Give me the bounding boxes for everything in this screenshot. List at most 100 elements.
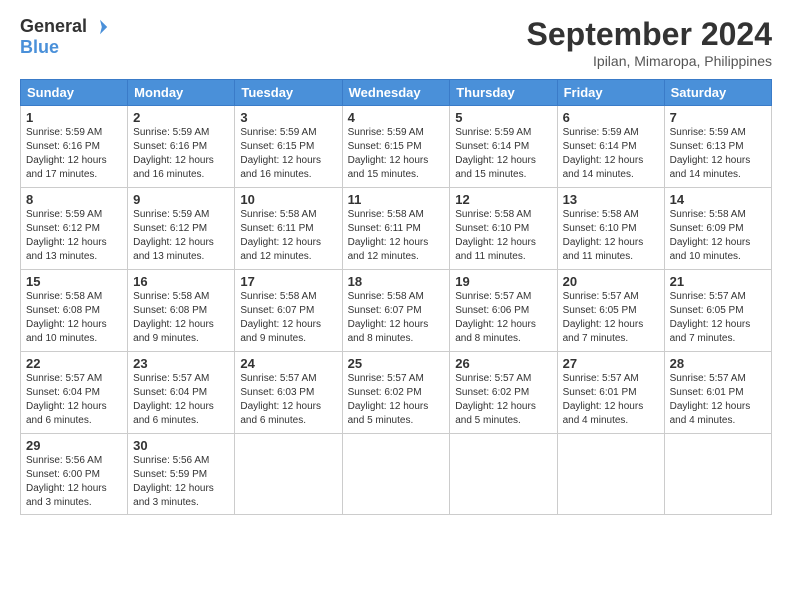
month-title: September 2024 [527,16,772,53]
day-detail: Sunrise: 5:58 AMSunset: 6:11 PMDaylight:… [348,209,429,262]
table-row: 9 Sunrise: 5:59 AMSunset: 6:12 PMDaylight… [128,188,235,270]
day-number: 20 [563,274,659,289]
table-row: 18 Sunrise: 5:58 AMSunset: 6:07 PMDayligh… [342,270,450,352]
day-detail: Sunrise: 5:58 AMSunset: 6:07 PMDaylight:… [348,291,429,344]
day-number: 1 [26,110,122,125]
table-row: 6 Sunrise: 5:59 AMSunset: 6:14 PMDaylight… [557,106,664,188]
day-detail: Sunrise: 5:57 AMSunset: 6:06 PMDaylight:… [455,291,536,344]
table-row: 30 Sunrise: 5:56 AMSunset: 5:59 PMDayligh… [128,434,235,515]
day-number: 30 [133,438,229,453]
day-number: 17 [240,274,336,289]
table-row: 8Sunrise: 5:59 AMSunset: 6:12 PMDaylight… [21,188,128,270]
calendar-body: 1Sunrise: 5:59 AMSunset: 6:16 PMDaylight… [21,106,772,515]
day-detail: Sunrise: 5:58 AMSunset: 6:08 PMDaylight:… [133,291,214,344]
table-row: 1Sunrise: 5:59 AMSunset: 6:16 PMDaylight… [21,106,128,188]
table-row: 22 Sunrise: 5:57 AMSunset: 6:04 PMDayligh… [21,352,128,434]
day-number: 2 [133,110,229,125]
day-detail: Sunrise: 5:57 AMSunset: 6:02 PMDaylight:… [455,373,536,426]
day-detail: Sunrise: 5:59 AMSunset: 6:14 PMDaylight:… [455,127,536,180]
day-number: 27 [563,356,659,371]
day-detail: Sunrise: 5:58 AMSunset: 6:10 PMDaylight:… [455,209,536,262]
table-row: 23Sunrise: 5:57 AMSunset: 6:04 PMDayligh… [128,352,235,434]
table-row: 24 Sunrise: 5:57 AMSunset: 6:03 PMDayligh… [235,352,342,434]
location: Ipilan, Mimaropa, Philippines [527,53,772,69]
day-number: 11 [348,192,445,207]
day-detail: Sunrise: 5:56 AMSunset: 6:00 PMDaylight:… [26,455,107,508]
day-number: 29 [26,438,122,453]
day-number: 6 [563,110,659,125]
day-detail: Sunrise: 5:57 AMSunset: 6:04 PMDaylight:… [133,373,214,426]
logo: General Blue [20,16,109,58]
col-tuesday: Tuesday [235,80,342,106]
day-detail: Sunrise: 5:59 AMSunset: 6:12 PMDaylight:… [133,209,214,262]
day-number: 15 [26,274,122,289]
day-detail: Sunrise: 5:59 AMSunset: 6:13 PMDaylight:… [670,127,751,180]
table-row: 20 Sunrise: 5:57 AMSunset: 6:05 PMDayligh… [557,270,664,352]
col-thursday: Thursday [450,80,557,106]
day-number: 16 [133,274,229,289]
day-detail: Sunrise: 5:59 AMSunset: 6:14 PMDaylight:… [563,127,644,180]
table-row: 3 Sunrise: 5:59 AMSunset: 6:15 PMDaylight… [235,106,342,188]
day-number: 13 [563,192,659,207]
table-row [664,434,771,515]
title-area: September 2024 Ipilan, Mimaropa, Philipp… [527,16,772,69]
day-number: 9 [133,192,229,207]
table-row: 26Sunrise: 5:57 AMSunset: 6:02 PMDayligh… [450,352,557,434]
table-row [450,434,557,515]
table-row: 19 Sunrise: 5:57 AMSunset: 6:06 PMDayligh… [450,270,557,352]
day-number: 3 [240,110,336,125]
calendar-week-row: 29 Sunrise: 5:56 AMSunset: 6:00 PMDayligh… [21,434,772,515]
col-sunday: Sunday [21,80,128,106]
table-row: 29 Sunrise: 5:56 AMSunset: 6:00 PMDayligh… [21,434,128,515]
table-row: 4 Sunrise: 5:59 AMSunset: 6:15 PMDaylight… [342,106,450,188]
table-row: 12 Sunrise: 5:58 AMSunset: 6:10 PMDayligh… [450,188,557,270]
day-detail: Sunrise: 5:59 AMSunset: 6:15 PMDaylight:… [348,127,429,180]
table-row [235,434,342,515]
day-detail: Sunrise: 5:57 AMSunset: 6:01 PMDaylight:… [670,373,751,426]
calendar-page: General Blue September 2024 Ipilan, Mima… [0,0,792,612]
day-number: 22 [26,356,122,371]
calendar-week-row: 15 Sunrise: 5:58 AMSunset: 6:08 PMDayligh… [21,270,772,352]
calendar-week-row: 1Sunrise: 5:59 AMSunset: 6:16 PMDaylight… [21,106,772,188]
day-number: 4 [348,110,445,125]
calendar-header-row: Sunday Monday Tuesday Wednesday Thursday… [21,80,772,106]
day-detail: Sunrise: 5:58 AMSunset: 6:11 PMDaylight:… [240,209,321,262]
table-row: 27 Sunrise: 5:57 AMSunset: 6:01 PMDayligh… [557,352,664,434]
day-detail: Sunrise: 5:57 AMSunset: 6:03 PMDaylight:… [240,373,321,426]
table-row [557,434,664,515]
day-number: 10 [240,192,336,207]
day-detail: Sunrise: 5:59 AMSunset: 6:12 PMDaylight:… [26,209,107,262]
day-detail: Sunrise: 5:58 AMSunset: 6:10 PMDaylight:… [563,209,644,262]
day-detail: Sunrise: 5:57 AMSunset: 6:05 PMDaylight:… [670,291,751,344]
day-detail: Sunrise: 5:57 AMSunset: 6:05 PMDaylight:… [563,291,644,344]
day-detail: Sunrise: 5:58 AMSunset: 6:08 PMDaylight:… [26,291,107,344]
day-detail: Sunrise: 5:57 AMSunset: 6:04 PMDaylight:… [26,373,107,426]
table-row: 25 Sunrise: 5:57 AMSunset: 6:02 PMDayligh… [342,352,450,434]
day-number: 25 [348,356,445,371]
header: General Blue September 2024 Ipilan, Mima… [20,16,772,69]
table-row: 14 Sunrise: 5:58 AMSunset: 6:09 PMDayligh… [664,188,771,270]
table-row: 16 Sunrise: 5:58 AMSunset: 6:08 PMDayligh… [128,270,235,352]
col-saturday: Saturday [664,80,771,106]
table-row: 10 Sunrise: 5:58 AMSunset: 6:11 PMDayligh… [235,188,342,270]
day-detail: Sunrise: 5:56 AMSunset: 5:59 PMDaylight:… [133,455,214,508]
col-wednesday: Wednesday [342,80,450,106]
day-number: 18 [348,274,445,289]
table-row: 28Sunrise: 5:57 AMSunset: 6:01 PMDayligh… [664,352,771,434]
day-detail: Sunrise: 5:57 AMSunset: 6:01 PMDaylight:… [563,373,644,426]
table-row: 21 Sunrise: 5:57 AMSunset: 6:05 PMDayligh… [664,270,771,352]
day-number: 24 [240,356,336,371]
day-detail: Sunrise: 5:57 AMSunset: 6:02 PMDaylight:… [348,373,429,426]
day-number: 21 [670,274,766,289]
col-monday: Monday [128,80,235,106]
day-number: 19 [455,274,551,289]
day-detail: Sunrise: 5:58 AMSunset: 6:07 PMDaylight:… [240,291,321,344]
calendar-week-row: 22 Sunrise: 5:57 AMSunset: 6:04 PMDayligh… [21,352,772,434]
table-row: 11 Sunrise: 5:58 AMSunset: 6:11 PMDayligh… [342,188,450,270]
day-detail: Sunrise: 5:59 AMSunset: 6:15 PMDaylight:… [240,127,321,180]
day-detail: Sunrise: 5:58 AMSunset: 6:09 PMDaylight:… [670,209,751,262]
table-row [342,434,450,515]
day-number: 14 [670,192,766,207]
logo-icon [91,18,109,36]
day-number: 12 [455,192,551,207]
